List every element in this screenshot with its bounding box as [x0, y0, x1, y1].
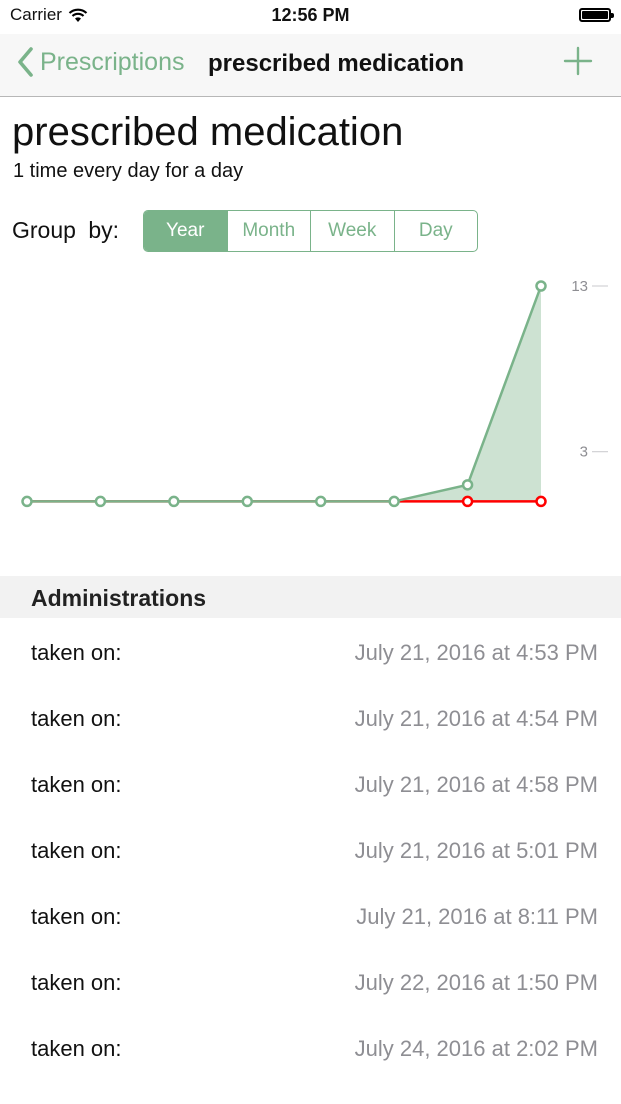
status-time: 12:56 PM: [271, 5, 350, 25]
list-item[interactable]: taken on: July 21, 2016 at 4:54 PM: [0, 686, 621, 752]
row-value: July 24, 2016 at 2:02 PM: [354, 1036, 598, 1061]
chart-area: [27, 286, 541, 502]
row-value: July 21, 2016 at 4:58 PM: [354, 772, 598, 797]
row-label: taken on:: [31, 706, 122, 731]
row-value: July 21, 2016 at 4:53 PM: [354, 640, 598, 665]
data-point: [94, 495, 107, 508]
status-bar: Carrier 12:56 PM: [0, 0, 621, 34]
list-item[interactable]: taken on: July 21, 2016 at 5:01 PM: [0, 818, 621, 884]
page-title: prescribed medication: [12, 110, 404, 154]
battery-icon: [579, 8, 614, 22]
administrations-chart: 13 3: [21, 278, 608, 508]
schedule-subtitle: 1 time every day for a day: [13, 160, 244, 182]
list-item[interactable]: taken on: July 21, 2016 at 4:58 PM: [0, 752, 621, 818]
row-label: taken on:: [31, 904, 122, 929]
back-button-label: Prescriptions: [40, 47, 185, 76]
target-point: [461, 495, 474, 508]
list-item[interactable]: taken on: July 24, 2016 at 2:02 PM: [0, 1016, 621, 1082]
segment-week[interactable]: Week: [310, 211, 394, 251]
data-point: [461, 479, 474, 491]
data-point: [241, 495, 254, 508]
row-value: July 21, 2016 at 8:11 PM: [356, 904, 598, 929]
row-label: taken on:: [31, 838, 122, 863]
section-title: Administrations: [31, 585, 207, 611]
nav-title: prescribed medication: [208, 50, 465, 77]
list-item[interactable]: taken on: July 21, 2016 at 4:53 PM: [0, 620, 621, 686]
chevron-left-icon: [18, 47, 33, 77]
y-tick-label: 13: [571, 278, 588, 295]
navigation-bar: Prescriptions prescribed medication: [0, 34, 621, 97]
data-point: [535, 280, 547, 292]
segment-year[interactable]: Year: [144, 211, 227, 251]
target-point: [535, 495, 547, 508]
add-button[interactable]: [563, 46, 593, 76]
row-label: taken on:: [31, 640, 122, 665]
list-item[interactable]: taken on: July 21, 2016 at 8:11 PM: [0, 884, 621, 950]
data-point: [21, 495, 33, 508]
row-label: taken on:: [31, 772, 122, 797]
list-item[interactable]: taken on: July 22, 2016 at 1:50 PM: [0, 950, 621, 1016]
row-label: taken on:: [31, 1036, 122, 1061]
group-by-label: Group by:: [12, 217, 119, 243]
data-point: [314, 495, 327, 508]
data-point: [388, 495, 400, 508]
data-point: [168, 495, 180, 508]
segment-month[interactable]: Month: [226, 211, 311, 251]
group-by-segmented-control: Year Month Week Day: [143, 210, 478, 252]
y-tick-label: 3: [580, 444, 588, 461]
section-header: Administrations: [0, 576, 621, 618]
back-button[interactable]: Prescriptions: [16, 46, 185, 78]
actual-line: [27, 285, 543, 503]
row-value: July 21, 2016 at 4:54 PM: [354, 706, 598, 731]
administrations-list: taken on: July 21, 2016 at 4:53 PM taken…: [0, 620, 621, 1082]
row-value: July 22, 2016 at 1:50 PM: [354, 970, 598, 995]
segment-day[interactable]: Day: [393, 211, 478, 251]
row-value: July 21, 2016 at 5:01 PM: [354, 838, 598, 863]
row-label: taken on:: [31, 970, 122, 995]
